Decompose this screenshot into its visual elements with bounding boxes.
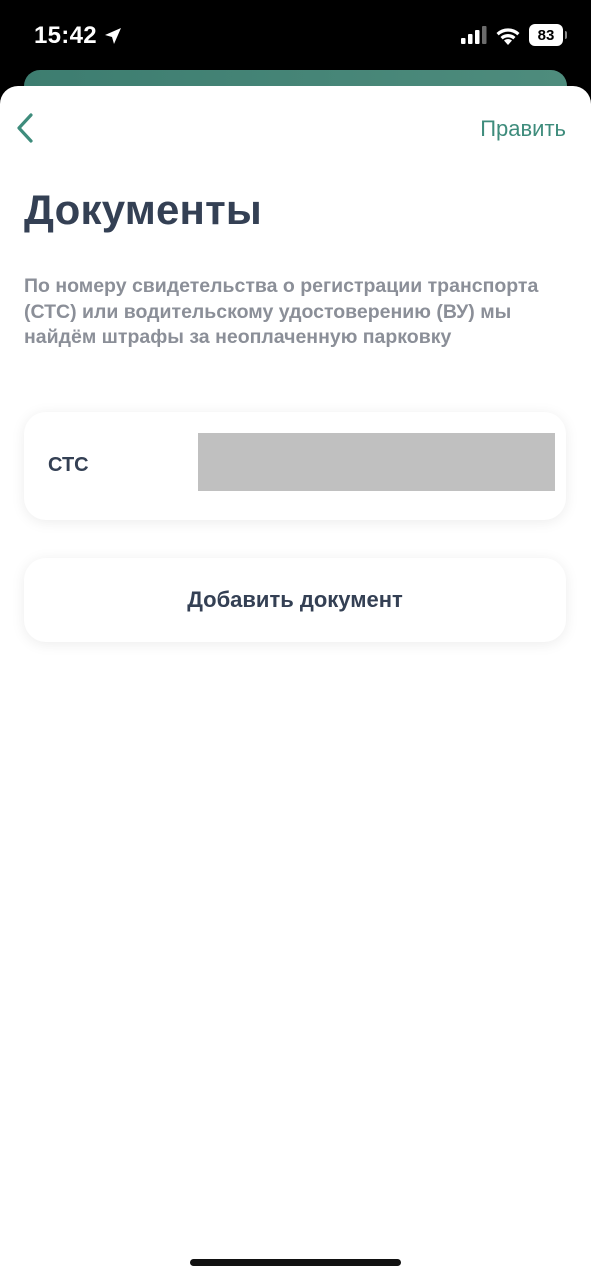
wifi-icon xyxy=(496,27,520,45)
battery-icon: 83 xyxy=(529,24,567,46)
home-indicator xyxy=(190,1259,401,1266)
add-document-button[interactable]: Добавить документ xyxy=(24,558,566,642)
edit-button[interactable]: Править xyxy=(480,116,566,142)
status-icons: 83 xyxy=(461,24,567,46)
documents-sheet: Править Документы По номеру свидетельств… xyxy=(0,86,591,1280)
cellular-signal-icon xyxy=(461,26,487,44)
navigation-bar: Править xyxy=(0,86,591,174)
clock-text: 15:42 xyxy=(34,22,97,49)
location-arrow-icon xyxy=(104,28,121,44)
chevron-left-icon xyxy=(17,113,33,143)
status-time: 15:42 xyxy=(34,22,123,50)
battery-level: 83 xyxy=(537,26,555,44)
document-label: СТС xyxy=(48,454,89,476)
status-bar: 15:42 83 xyxy=(0,0,591,76)
page-title: Документы xyxy=(24,186,262,233)
page-description: По номеру свидетельства о регистрации тр… xyxy=(24,275,539,348)
document-card-sts[interactable]: СТС xyxy=(24,412,566,520)
back-button[interactable] xyxy=(10,110,40,146)
document-number-redacted xyxy=(198,433,555,491)
